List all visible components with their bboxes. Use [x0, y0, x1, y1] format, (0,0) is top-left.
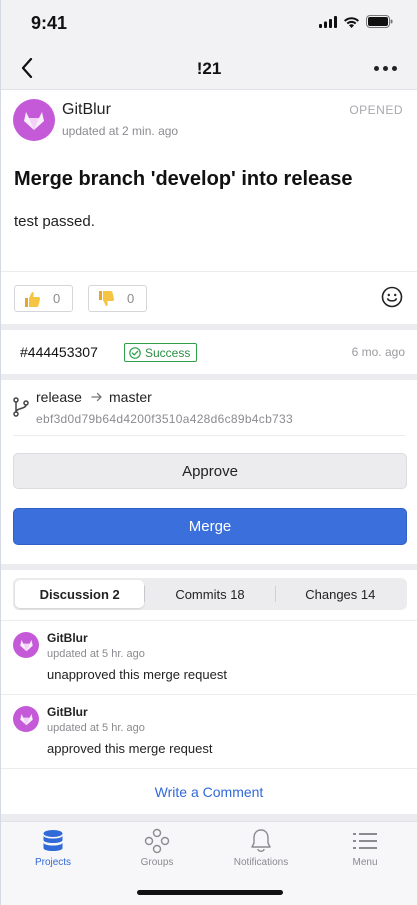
avatar[interactable] [13, 99, 55, 141]
source-branch: release [36, 389, 82, 405]
tab-changes[interactable]: Changes 14 [276, 580, 405, 608]
status-icons [319, 15, 393, 28]
thumbs-down-reaction[interactable]: 0 [88, 285, 147, 312]
merge-request-header: GitBlur updated at 2 min. ago OPENED Mer… [1, 90, 417, 324]
list-item: GitBlur updated at 5 hr. ago unapproved … [1, 620, 417, 694]
note-author: GitBlur [47, 705, 88, 719]
pipeline-time: 6 mo. ago [351, 345, 405, 359]
database-icon [40, 828, 66, 854]
gitblur-logo-icon [19, 640, 33, 652]
arrow-right-icon [91, 392, 102, 402]
target-branch: master [109, 389, 152, 405]
tabs-container: Discussion 2 Commits 18 Changes 14 [1, 570, 417, 620]
status-text: Success [145, 345, 191, 360]
more-dot [373, 65, 379, 71]
page-title: !21 [196, 59, 222, 78]
tab-discussion[interactable]: Discussion 2 [15, 580, 145, 608]
write-comment-button[interactable]: Write a Comment [1, 768, 417, 814]
pipeline-row[interactable]: #444453307 Success 6 mo. ago [1, 330, 417, 374]
merge-button[interactable]: Merge [13, 508, 407, 545]
battery-icon [366, 15, 393, 28]
author-name[interactable]: GitBlur [62, 101, 111, 119]
avatar[interactable] [13, 632, 39, 658]
approve-button[interactable]: Approve [13, 453, 407, 489]
more-options-button[interactable] [371, 58, 399, 78]
note-body: unapproved this merge request [47, 667, 227, 682]
tab-projects[interactable]: Projects [1, 828, 105, 874]
list-item: GitBlur updated at 5 hr. ago approved th… [1, 694, 417, 768]
tab-label: Groups [140, 857, 174, 868]
more-dot [391, 65, 397, 71]
app-screen: 9:41 !21 GitBlur updated at 2 min. ago O… [0, 0, 418, 905]
status-time: 9:41 [31, 13, 68, 33]
signal-icon [319, 15, 337, 28]
status-badge: Success [124, 343, 198, 362]
branch-icon [13, 397, 29, 417]
tab-label: Notifications [233, 857, 289, 868]
tab-label: Menu [352, 857, 378, 868]
bell-icon [248, 828, 274, 854]
thumbs-down-count: 0 [127, 291, 135, 306]
note-time: updated at 5 hr. ago [47, 648, 145, 660]
thumbs-up-count: 0 [53, 291, 61, 306]
avatar[interactable] [13, 706, 39, 732]
divider [1, 271, 417, 272]
thumbs-up-reaction[interactable]: 0 [14, 285, 73, 312]
nav-bar: !21 [1, 46, 417, 90]
divider [13, 435, 405, 436]
tab-notifications[interactable]: Notifications [209, 828, 313, 874]
gitblur-logo-icon [24, 112, 44, 130]
branch-card: release master ebf3d0d79b64d4200f3510a42… [1, 380, 417, 570]
pipeline-id: #444453307 [20, 344, 98, 360]
gitblur-logo-icon [19, 714, 33, 726]
section-separator [1, 814, 417, 821]
updated-time: updated at 2 min. ago [62, 124, 179, 138]
wifi-icon [344, 16, 359, 28]
note-time: updated at 5 hr. ago [47, 722, 145, 734]
status-bar: 9:41 [1, 0, 417, 46]
merge-request-title: Merge branch 'develop' into release [14, 168, 353, 190]
groups-icon [144, 828, 170, 854]
note-body: approved this merge request [47, 741, 213, 756]
tab-menu[interactable]: Menu [313, 828, 417, 874]
commit-sha: ebf3d0d79b64d4200f3510a428d6c89b4cb733 [36, 412, 293, 426]
tab-commits[interactable]: Commits 18 [145, 580, 274, 608]
check-circle-icon [129, 346, 141, 359]
more-dot [382, 65, 388, 71]
state-badge: OPENED [349, 103, 403, 117]
segmented-control: Discussion 2 Commits 18 Changes 14 [13, 578, 407, 610]
thumbs-down-icon [99, 290, 115, 306]
thumbs-up-icon [25, 291, 41, 307]
home-indicator [137, 890, 283, 895]
note-author: GitBlur [47, 631, 88, 645]
merge-request-description: test passed. [14, 213, 95, 230]
add-reaction-button[interactable] [381, 286, 405, 310]
menu-icon [352, 828, 378, 854]
tab-label: Projects [34, 857, 72, 868]
smiley-icon [381, 286, 403, 308]
tab-groups[interactable]: Groups [105, 828, 209, 874]
